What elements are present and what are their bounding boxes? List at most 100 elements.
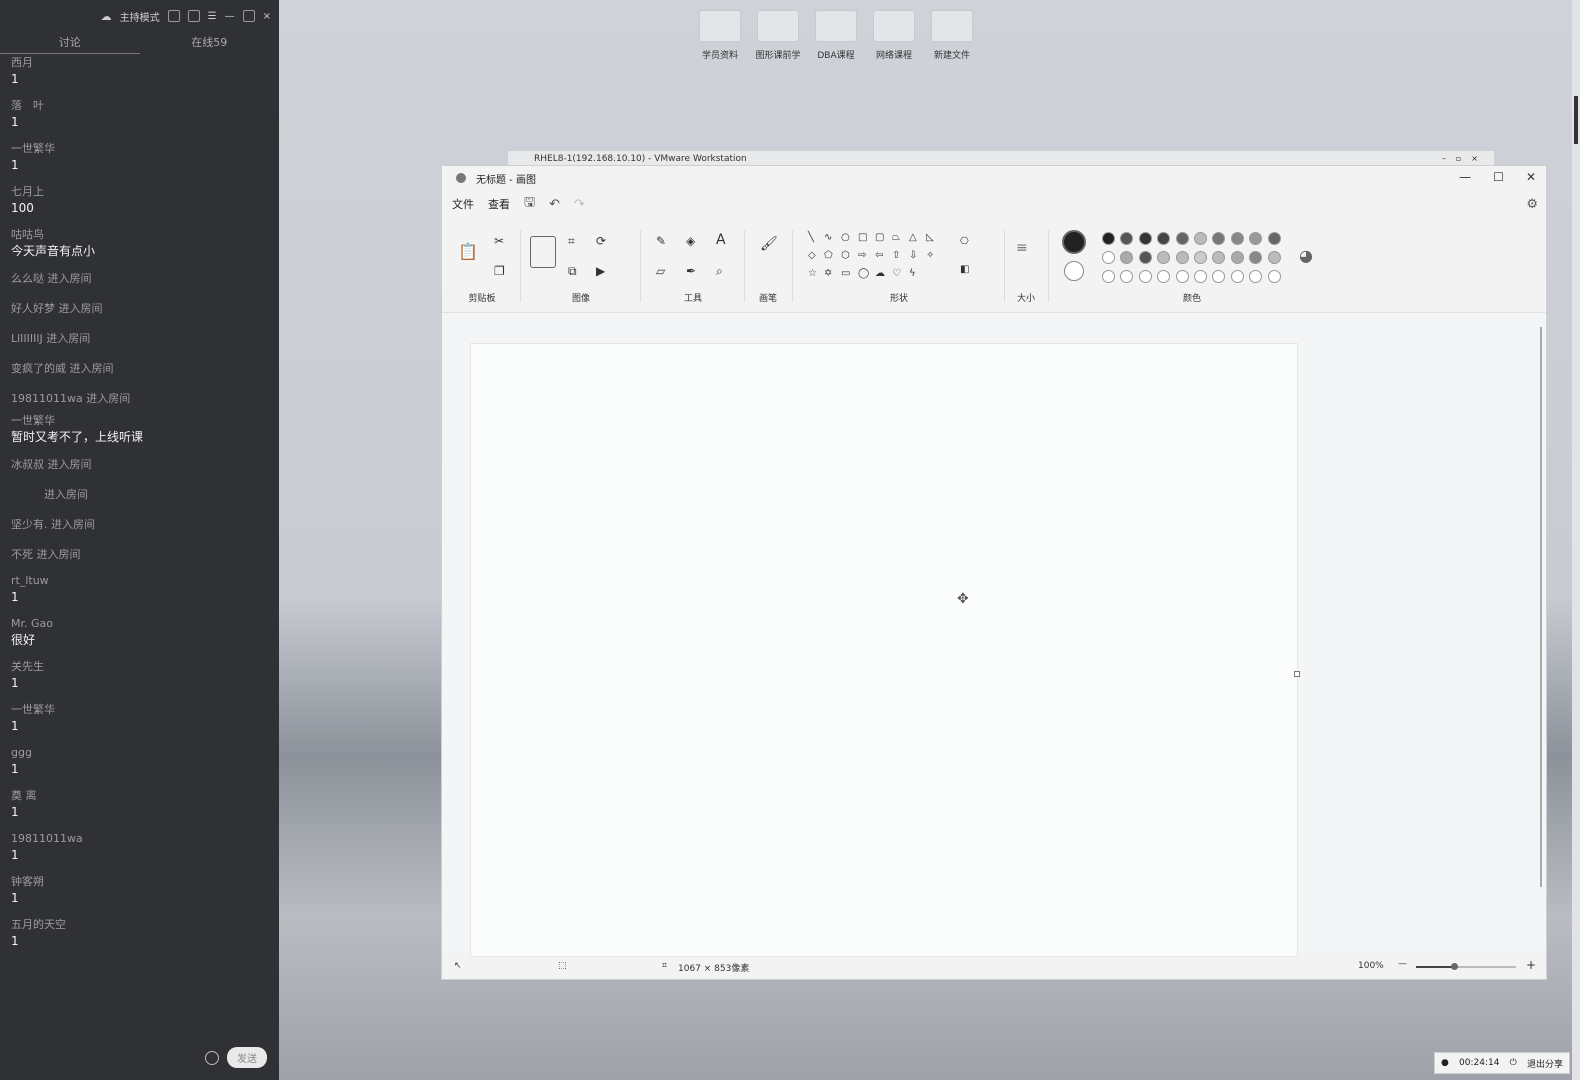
desktop-shortcut[interactable]: 新建文件 xyxy=(925,10,979,61)
rotate-icon[interactable]: ⟳ xyxy=(596,234,606,248)
palette-color-swatch[interactable] xyxy=(1157,251,1171,264)
oval-shape-icon[interactable]: ○ xyxy=(841,232,850,243)
desktop-shortcut[interactable]: 学员资料 xyxy=(693,10,747,61)
palette-color-swatch[interactable] xyxy=(1194,251,1207,264)
select-icon[interactable] xyxy=(530,236,556,268)
popout-icon[interactable] xyxy=(187,10,200,22)
rectangle-shape-icon[interactable]: □ xyxy=(858,232,867,243)
palette-color-swatch[interactable] xyxy=(1212,251,1226,264)
minimize-icon[interactable]: — xyxy=(1459,170,1471,184)
magnifier-icon[interactable]: ⌕ xyxy=(716,264,723,279)
right-triangle-shape-icon[interactable]: ◺ xyxy=(926,232,934,243)
edit-colors-icon[interactable]: ◕ xyxy=(1299,246,1313,265)
secondary-color-swatch[interactable] xyxy=(1064,261,1084,281)
rounded-rect-shape-icon[interactable]: ▢ xyxy=(875,232,884,243)
drawing-canvas[interactable] xyxy=(470,343,1298,957)
outline-icon[interactable]: ⎔ xyxy=(960,236,969,247)
left-arrow-shape-icon[interactable]: ⇦ xyxy=(875,250,883,261)
callout-rect-icon[interactable]: ▭ xyxy=(841,268,850,279)
desktop-shortcut[interactable]: 图形课前学 xyxy=(751,10,805,61)
scrollbar-thumb[interactable] xyxy=(1574,96,1578,144)
empty-color-slot[interactable] xyxy=(1102,270,1115,283)
maximize-icon[interactable]: ☐ xyxy=(1493,170,1504,184)
copy-icon[interactable]: ❐ xyxy=(494,264,505,278)
line-shape-icon[interactable]: ╲ xyxy=(808,232,814,243)
empty-color-slot[interactable] xyxy=(1267,270,1281,283)
paint-titlebar[interactable]: 无标题 - 画图 — ☐ ✕ xyxy=(442,166,1546,190)
tab-online[interactable]: 在线59 xyxy=(140,32,280,54)
palette-color-swatch[interactable] xyxy=(1230,232,1244,245)
empty-color-slot[interactable] xyxy=(1230,270,1244,283)
palette-color-swatch[interactable] xyxy=(1120,251,1134,264)
line-size-icon[interactable]: ≡ xyxy=(1016,240,1028,256)
five-point-star-icon[interactable]: ☆ xyxy=(808,268,817,279)
six-point-star-icon[interactable]: ✡ xyxy=(824,268,832,279)
primary-color-swatch[interactable] xyxy=(1062,230,1086,254)
fill-shape-icon[interactable]: ◧ xyxy=(960,264,969,275)
empty-color-slot[interactable] xyxy=(1175,270,1189,283)
menu-icon[interactable]: ☰ xyxy=(208,11,217,22)
lightning-shape-icon[interactable]: ϟ xyxy=(909,268,916,279)
menu-view[interactable]: 查看 xyxy=(488,196,510,212)
callout-oval-icon[interactable]: ◯ xyxy=(858,268,869,279)
palette-color-swatch[interactable] xyxy=(1175,251,1189,264)
menu-file[interactable]: 文件 xyxy=(452,196,474,212)
palette-color-swatch[interactable] xyxy=(1267,232,1281,245)
zoom-in-icon[interactable]: + xyxy=(1526,958,1536,972)
zoom-out-icon[interactable]: — xyxy=(1398,959,1407,969)
four-point-star-icon[interactable]: ✧ xyxy=(926,250,934,261)
palette-color-swatch[interactable] xyxy=(1249,232,1263,245)
cut-icon[interactable]: ✂ xyxy=(494,234,504,248)
canvas-resize-handle[interactable] xyxy=(1294,671,1300,677)
save-icon[interactable]: 🖫 xyxy=(524,193,535,215)
right-edge-scrollbar[interactable] xyxy=(1572,0,1580,1080)
empty-color-slot[interactable] xyxy=(1138,270,1152,283)
pentagon-shape-icon[interactable]: ⬠ xyxy=(824,250,833,261)
right-arrow-shape-icon[interactable]: ⇨ xyxy=(858,250,866,261)
undo-icon[interactable]: ↶ xyxy=(549,197,560,212)
minimize-icon[interactable]: — xyxy=(225,11,235,22)
zoom-slider-knob[interactable] xyxy=(1451,963,1458,970)
share-icon[interactable]: ⚙ xyxy=(1526,197,1538,212)
tab-discussion[interactable]: 讨论 xyxy=(0,32,140,54)
palette-color-swatch[interactable] xyxy=(1102,251,1115,264)
palette-color-swatch[interactable] xyxy=(1249,251,1263,264)
palette-color-swatch[interactable] xyxy=(1267,251,1281,264)
palette-color-swatch[interactable] xyxy=(1138,251,1152,264)
down-arrow-shape-icon[interactable]: ⇩ xyxy=(909,250,917,261)
palette-color-swatch[interactable] xyxy=(1157,232,1171,245)
palette-color-swatch[interactable] xyxy=(1175,232,1189,245)
callout-cloud-icon[interactable]: ☁ xyxy=(875,268,885,279)
palette-color-swatch[interactable] xyxy=(1102,232,1115,245)
curve-shape-icon[interactable]: ∿ xyxy=(824,232,832,243)
settings-icon[interactable] xyxy=(167,10,180,22)
palette-color-swatch[interactable] xyxy=(1138,232,1152,245)
empty-color-slot[interactable] xyxy=(1194,270,1207,283)
paste-icon[interactable]: 📋 xyxy=(458,242,478,261)
desktop-shortcut[interactable]: DBA课程 xyxy=(809,10,863,61)
flip-icon[interactable]: ▶ xyxy=(596,264,605,278)
zoom-slider[interactable] xyxy=(1416,963,1516,970)
palette-color-swatch[interactable] xyxy=(1194,232,1207,245)
polygon-shape-icon[interactable]: ⏢ xyxy=(892,232,900,243)
text-icon[interactable]: A xyxy=(716,232,726,248)
diamond-shape-icon[interactable]: ◇ xyxy=(808,250,816,261)
empty-color-slot[interactable] xyxy=(1249,270,1263,283)
emoji-icon[interactable] xyxy=(205,1050,219,1065)
palette-color-swatch[interactable] xyxy=(1120,232,1134,245)
resize-icon[interactable]: ⧉ xyxy=(568,264,577,279)
pencil-icon[interactable]: ✎ xyxy=(656,234,666,248)
empty-color-slot[interactable] xyxy=(1157,270,1171,283)
hexagon-shape-icon[interactable]: ⬡ xyxy=(841,250,850,261)
crop-icon[interactable]: ⌗ xyxy=(568,234,575,249)
send-button[interactable]: 发送 xyxy=(227,1047,267,1068)
maximize-icon[interactable] xyxy=(242,10,255,22)
brush-icon[interactable]: 🖌 xyxy=(760,236,778,252)
up-arrow-shape-icon[interactable]: ⇧ xyxy=(892,250,900,261)
heart-shape-icon[interactable]: ♡ xyxy=(892,268,901,279)
redo-icon[interactable]: ↷ xyxy=(574,197,585,212)
palette-color-swatch[interactable] xyxy=(1212,232,1226,245)
close-icon[interactable]: ✕ xyxy=(1526,170,1536,184)
empty-color-slot[interactable] xyxy=(1120,270,1134,283)
host-mode-label[interactable]: 主持模式 xyxy=(120,9,160,24)
